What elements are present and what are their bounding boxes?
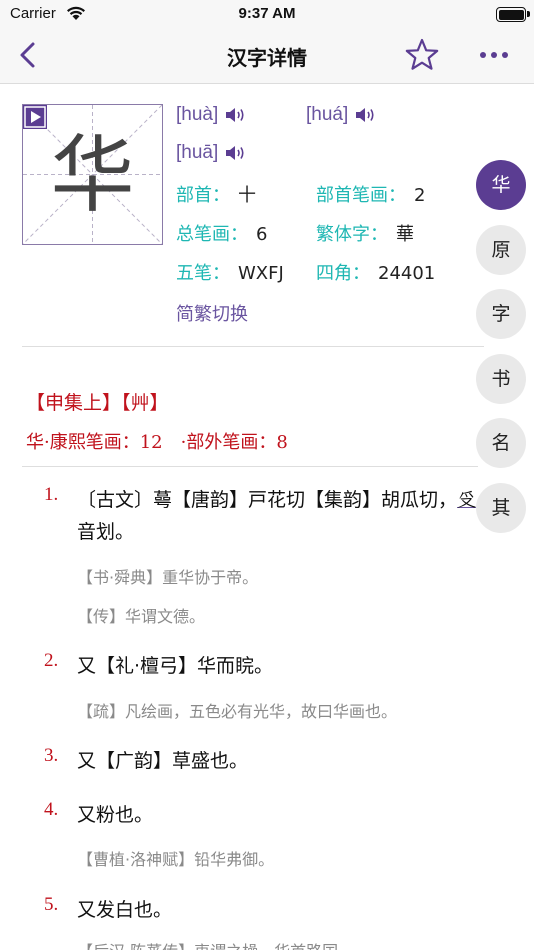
citation-quote: 【书·舜典】重华协于帝。 [77,568,259,587]
side-index-word[interactable]: 字 [476,289,526,339]
play-icon [24,106,46,128]
pinyin-text: [huā] [176,142,219,163]
sijiao-info: 四角： 24401 [316,259,435,285]
wubi-info: 五笔： WXFJ [176,259,284,285]
speaker-icon[interactable] [224,106,246,124]
total-strokes-value: 6 [256,224,268,245]
traditional-label: 繁体字： [316,224,388,245]
kangxi-strokes: 华·康熙笔画：12 ·部外笔画：8 [26,432,288,453]
section-divider [22,346,484,347]
citation-quote: 【传】华谓文德。 [77,607,206,626]
speaker-icon[interactable] [224,144,246,162]
definition-number: 4. [44,799,59,820]
clock: 9:37 AM [238,5,296,22]
nav-bar: 汉字详情 [0,30,534,84]
radical-strokes-label: 部首笔画： [316,185,406,206]
total-strokes-info: 总笔画： 6 [176,220,267,246]
pinyin-hua2[interactable]: [huá] [306,104,376,126]
side-index-character[interactable]: 华 [476,160,526,210]
definition-number: 2. [44,650,59,671]
more-options-icon[interactable] [476,40,512,70]
status-bar: Carrier 9:37 AM [0,0,534,30]
kangxi-volume: 【申集上】【艸】 [26,392,169,414]
battery-cap [527,11,530,17]
side-index-other[interactable]: 其 [476,482,526,533]
side-index: 华 原 字 书 名 其 [476,160,528,547]
variant-character-link[interactable]: 𠬪 [457,489,476,511]
citation-quote: 【疏】凡绘画，五色必有光华，故曰华画也。 [77,702,398,721]
pinyin-text: [huá] [306,104,349,125]
citation-quote: 【曹植·洛神赋】铅华弗御。 [77,850,275,869]
traditional-info: 繁体字： 華 [316,220,414,246]
definition-number: 5. [44,894,59,915]
sijiao-label: 四角： [316,263,370,284]
side-index-book[interactable]: 书 [476,353,526,404]
definition-text: 又【广韵】草盛也。 [77,750,249,772]
definition-text-part: 〔古文〕蕚【唐韵】戸花切【集韵】胡瓜切， [77,489,458,511]
pinyin-text: [huà] [176,104,219,125]
radical-strokes-value: 2 [414,185,426,206]
kangxi-divider [22,466,478,467]
definition-text: 〔古文〕蕚【唐韵】戸花切【集韵】胡瓜切，𠬪 音划。 [77,484,477,548]
total-strokes-label: 总笔画： [176,224,248,245]
character-writing-grid[interactable]: 华 [22,104,163,245]
battery-icon [496,7,526,22]
radical-label: 部首： [176,185,230,206]
wubi-value: WXFJ [238,263,284,284]
radical-info: 部首： 十 [176,181,256,207]
citation-quote: 【后汉·陈蕃传】衷谓之橾，华首路国 [77,938,338,950]
definition-text: 又粉也。 [77,804,154,826]
wubi-label: 五笔： [176,263,230,284]
definition-text-part: 音划。 [77,521,135,543]
radical-strokes-info: 部首笔画： 2 [316,181,425,207]
definition-number: 3. [44,745,59,766]
simplified-traditional-toggle[interactable]: 简繁切换 [176,300,248,326]
pinyin-hua4[interactable]: [huà] [176,104,246,126]
sijiao-value: 24401 [378,263,436,284]
side-index-name[interactable]: 名 [476,418,526,468]
character-glyph: 华 [50,126,135,224]
page-title: 汉字详情 [227,46,307,70]
pinyin-hua1[interactable]: [huā] [176,142,246,164]
definition-number: 1. [44,484,59,505]
favorite-star-icon[interactable] [404,37,440,73]
side-index-original[interactable]: 原 [476,224,526,275]
definition-text: 又发白也。 [77,899,173,921]
stroke-animation-play-button[interactable] [23,105,47,129]
radical-value: 十 [238,185,256,206]
definition-text: 又【礼·檀弓】华而睆。 [77,655,274,677]
speaker-icon[interactable] [354,106,376,124]
traditional-value: 華 [396,224,414,245]
